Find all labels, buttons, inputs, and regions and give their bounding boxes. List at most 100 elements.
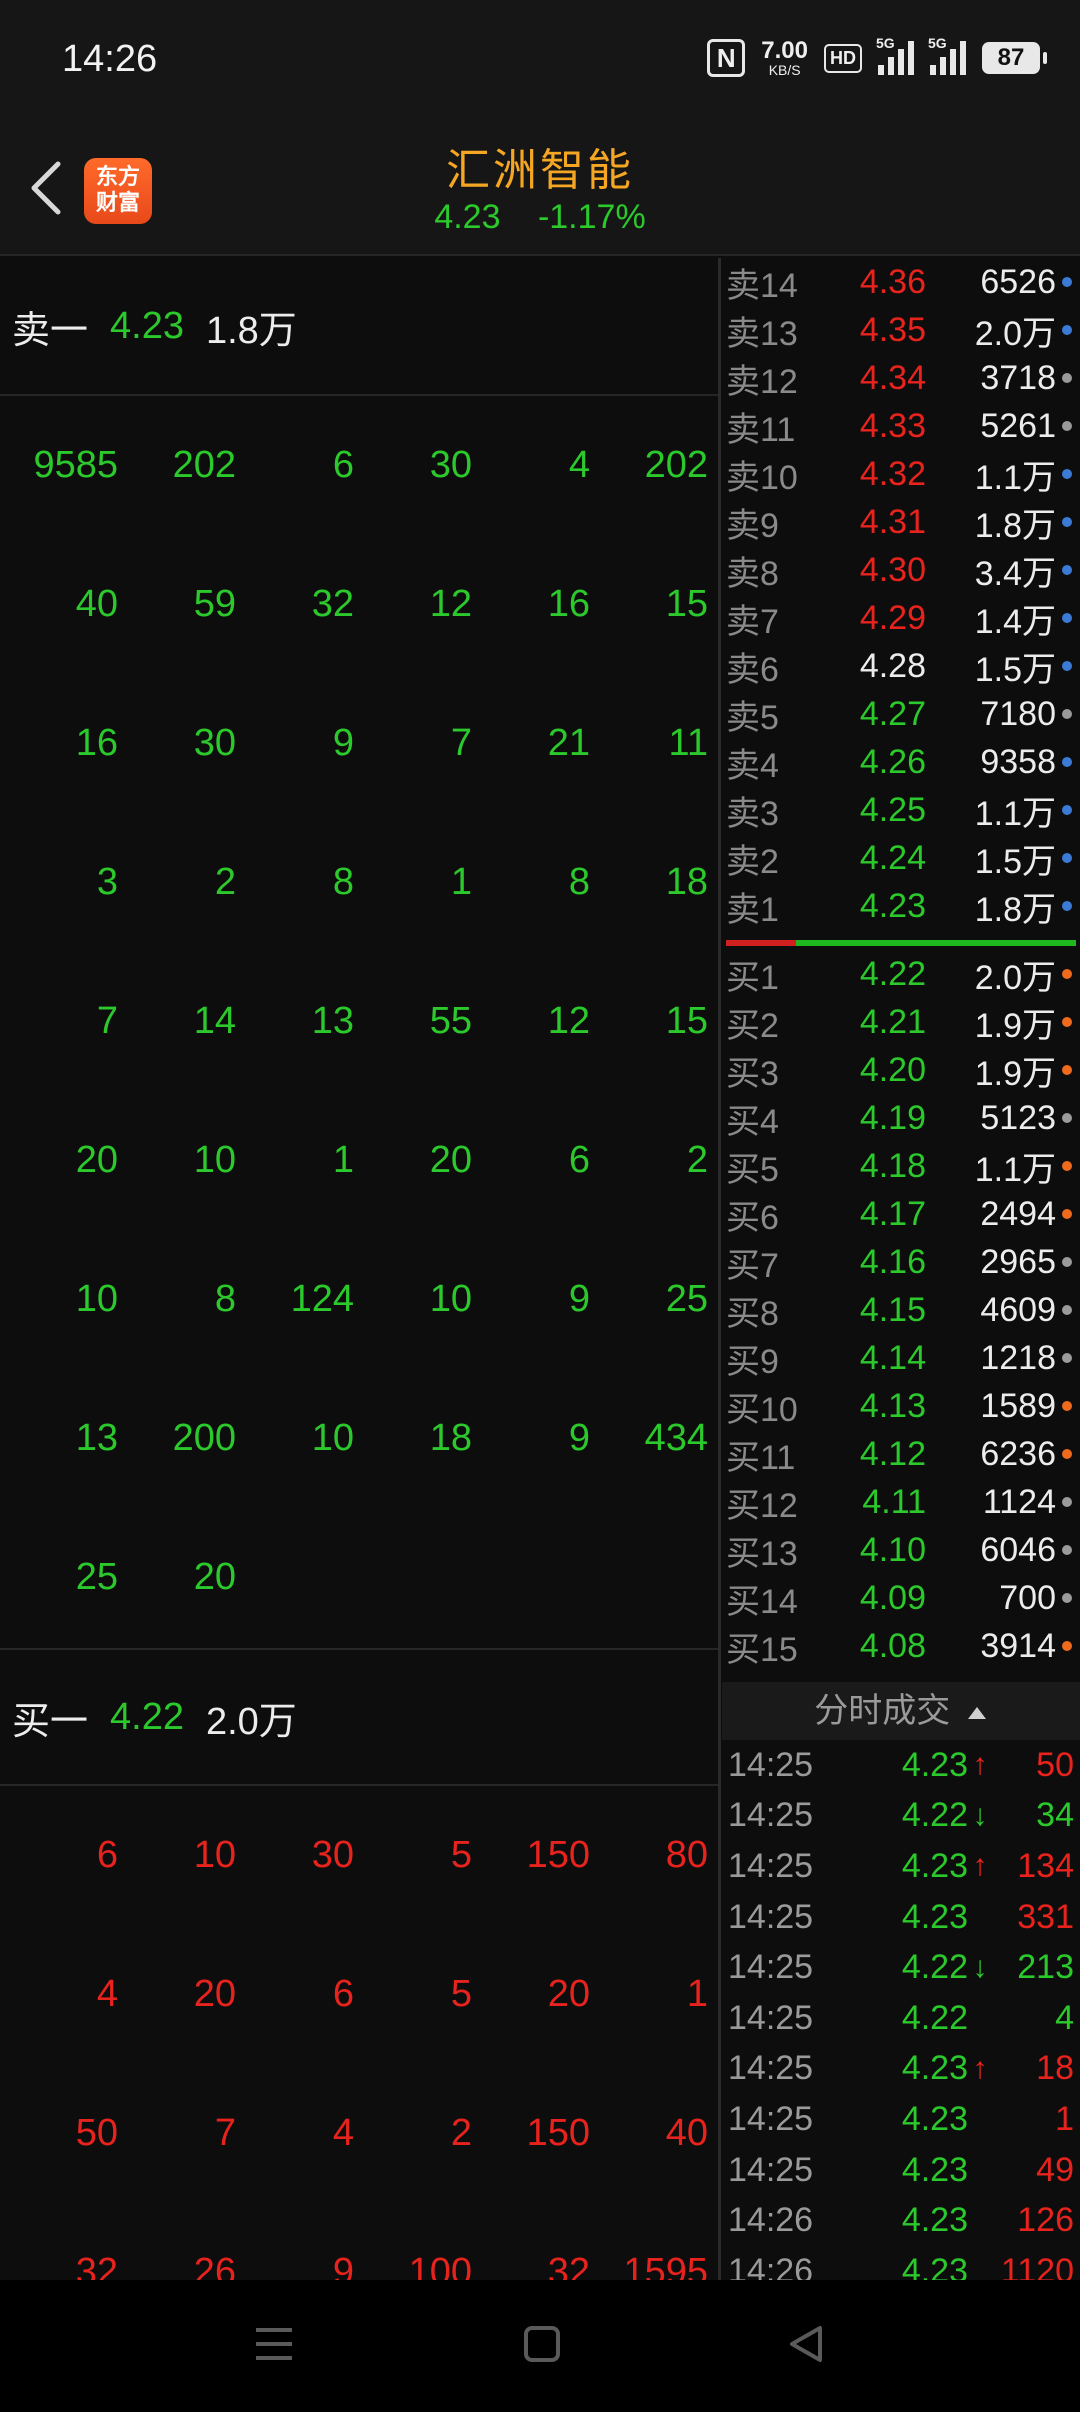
sell-one-header: 卖一 4.23 1.8万 [0, 258, 718, 396]
ask-level-row[interactable]: 卖4 4.26 9358 [722, 738, 1080, 786]
order-queue-panel[interactable]: 卖一 4.23 1.8万 9585 202 6 30 4 202 40 59 32 12 16 15 1… [0, 258, 718, 2280]
back-nav-icon[interactable] [786, 2324, 826, 2364]
queue-order-volume: 10 [311, 1417, 354, 1459]
level-price: 4.23 [859, 886, 926, 925]
level-label: 买12 [726, 1486, 798, 1525]
bid-level-row[interactable]: 买15 4.08 3914 [722, 1622, 1080, 1670]
level-volume: 4609 [980, 1290, 1056, 1329]
tick-list[interactable]: 14:25 4.23 ↑ 50 14:25 4.22 ↓ 34 14:25 4.23 ↑ 134 14:… [722, 1740, 1080, 2297]
level-price: 4.33 [859, 406, 926, 445]
queue-order-volume: 2 [450, 2112, 472, 2154]
level-volume: 700 [999, 1578, 1056, 1617]
ask-level-row[interactable]: 卖5 4.27 7180 [722, 690, 1080, 738]
queue-order-volume: 3 [96, 861, 118, 903]
tick-price: 4.23 [901, 1897, 968, 1936]
queue-order-volume: 9 [332, 722, 354, 764]
bid-level-row[interactable]: 买11 4.12 6236 [722, 1430, 1080, 1478]
tick-time: 14:25 [728, 1796, 814, 1835]
queue-order-volume: 13 [311, 1000, 354, 1042]
bid-level-row[interactable]: 买9 4.14 1218 [722, 1334, 1080, 1382]
bid-level-row[interactable]: 买14 4.09 700 [722, 1574, 1080, 1622]
level-label: 卖4 [726, 746, 779, 785]
queue-row: 50 7 4 2 150 40 [0, 2064, 718, 2203]
signal-label-2: 5G [928, 35, 947, 51]
queue-order-volume: 32 [311, 583, 354, 625]
signal-label-1: 5G [876, 35, 895, 51]
ask-level-row[interactable]: 卖12 4.34 3718 [722, 354, 1080, 402]
ask-levels: 卖14 4.36 6526 卖13 4.35 2.0万 卖12 4.34 3718 卖11 4.33… [722, 258, 1080, 930]
home-icon[interactable] [522, 2324, 562, 2364]
tick-direction-icon: ↓ [972, 1798, 988, 1832]
level-price: 4.19 [859, 1098, 926, 1137]
tick-row: 14:25 4.23 ↑ 18 [722, 2044, 1080, 2095]
queue-order-volume: 21 [547, 722, 590, 764]
ask-level-row[interactable]: 卖6 4.28 1.5万 [722, 642, 1080, 690]
level-volume: 1.1万 [974, 794, 1056, 833]
bid-level-row[interactable]: 买13 4.10 6046 [722, 1526, 1080, 1574]
level-dot-icon [1062, 901, 1072, 911]
queue-order-volume: 202 [172, 444, 236, 486]
level-label: 卖3 [726, 794, 779, 833]
level-dot-icon [1062, 1593, 1072, 1603]
bid-level-row[interactable]: 买12 4.11 1124 [722, 1478, 1080, 1526]
tick-row: 14:25 4.22 4 [722, 1993, 1080, 2044]
queue-order-volume: 15 [665, 1000, 708, 1042]
level-dot-icon [1062, 469, 1072, 479]
ask-level-row[interactable]: 卖3 4.25 1.1万 [722, 786, 1080, 834]
level-volume: 1218 [980, 1338, 1056, 1377]
level-dot-icon [1062, 757, 1072, 767]
tick-volume: 1 [1055, 2099, 1074, 2138]
level-dot-icon [1062, 1209, 1072, 1219]
ask-level-row[interactable]: 卖10 4.32 1.1万 [722, 450, 1080, 498]
queue-row: 9585 202 6 30 4 202 [0, 396, 718, 535]
ask-level-row[interactable]: 卖14 4.36 6526 [722, 258, 1080, 306]
buy-queue-grid: 6 10 30 5 150 80 4 20 6 5 20 1 50 7 4 2 150 40 32 26 9 100 32 1… [0, 1786, 718, 2280]
level-price: 4.26 [859, 742, 926, 781]
status-icons: N 7.00 KB/S HD 5G 5G 87 [707, 35, 1047, 80]
level-volume: 1.5万 [974, 842, 1056, 881]
bid-level-row[interactable]: 买3 4.20 1.9万 [722, 1046, 1080, 1094]
level-dot-icon [1062, 969, 1072, 979]
ask-level-row[interactable]: 卖11 4.33 5261 [722, 402, 1080, 450]
level-price: 4.22 [859, 954, 926, 993]
queue-order-volume: 124 [290, 1278, 354, 1320]
sell-one-volume: 1.8万 [205, 309, 297, 352]
bid-level-row[interactable]: 买1 4.22 2.0万 [722, 950, 1080, 998]
bid-level-row[interactable]: 买8 4.15 4609 [722, 1286, 1080, 1334]
tick-volume: 50 [1036, 1745, 1074, 1784]
nfc-icon: N [707, 39, 746, 77]
level-label: 买15 [726, 1630, 798, 1669]
queue-order-volume: 6 [332, 1973, 354, 2015]
bid-level-row[interactable]: 买6 4.17 2494 [722, 1190, 1080, 1238]
queue-order-volume: 25 [665, 1278, 708, 1320]
ask-level-row[interactable]: 卖1 4.23 1.8万 [722, 882, 1080, 930]
level-volume: 5123 [980, 1098, 1056, 1137]
bid-level-row[interactable]: 买10 4.13 1589 [722, 1382, 1080, 1430]
ask-level-row[interactable]: 卖2 4.24 1.5万 [722, 834, 1080, 882]
queue-row: 10 8 124 10 9 25 [0, 1230, 718, 1369]
level-label: 买11 [726, 1438, 796, 1477]
tick-row: 14:25 4.23 331 [722, 1892, 1080, 1943]
level-dot-icon [1062, 709, 1072, 719]
ticks-header[interactable]: 分时成交 [722, 1682, 1080, 1740]
ask-level-row[interactable]: 卖9 4.31 1.8万 [722, 498, 1080, 546]
ask-level-row[interactable]: 卖7 4.29 1.4万 [722, 594, 1080, 642]
level-dot-icon [1062, 613, 1072, 623]
ask-level-row[interactable]: 卖8 4.30 3.4万 [722, 546, 1080, 594]
level-volume: 7180 [980, 694, 1056, 733]
queue-order-volume: 30 [429, 444, 472, 486]
ask-level-row[interactable]: 卖13 4.35 2.0万 [722, 306, 1080, 354]
menu-icon[interactable] [254, 2324, 294, 2364]
queue-order-volume: 1 [332, 1139, 354, 1181]
level-dot-icon [1062, 1161, 1072, 1171]
bid-levels-clip[interactable]: 买1 4.22 2.0万 买2 4.21 1.9万 买3 4.20 1.9万 买4 4.19 5123… [722, 950, 1080, 1682]
tick-row: 14:25 4.23 ↑ 50 [722, 1740, 1080, 1791]
order-book-panel[interactable]: 卖14 4.36 6526 卖13 4.35 2.0万 卖12 4.34 3718 卖11 4.33… [722, 258, 1080, 2297]
bid-level-row[interactable]: 买7 4.16 2965 [722, 1238, 1080, 1286]
bid-level-row[interactable]: 买4 4.19 5123 [722, 1094, 1080, 1142]
bid-level-row[interactable]: 买2 4.21 1.9万 [722, 998, 1080, 1046]
bid-levels: 买1 4.22 2.0万 买2 4.21 1.9万 买3 4.20 1.9万 买4 4.19 5123… [722, 950, 1080, 1670]
queue-order-volume: 32 [75, 2251, 118, 2280]
queue-order-volume: 7 [96, 1000, 118, 1042]
bid-level-row[interactable]: 买5 4.18 1.1万 [722, 1142, 1080, 1190]
